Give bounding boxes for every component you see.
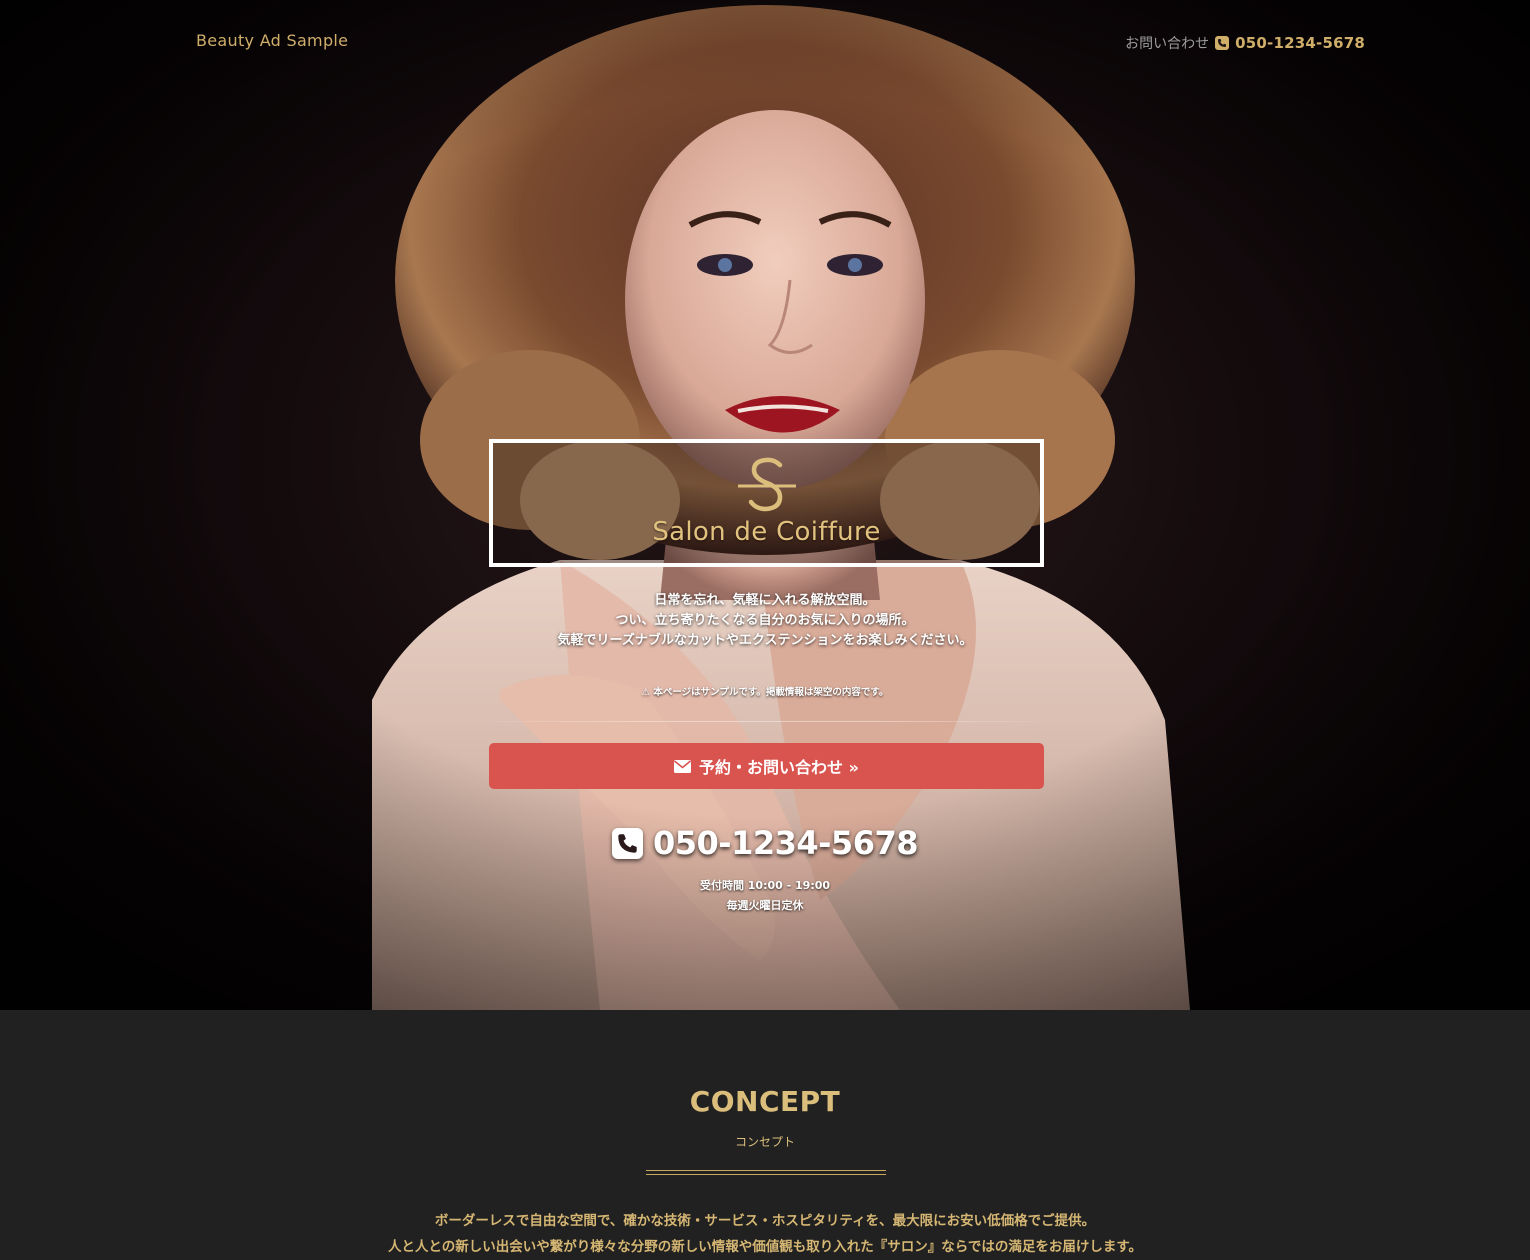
site-brand-link[interactable]: Beauty Ad Sample	[196, 31, 348, 50]
hero-lead-line: 日常を忘れ、気軽に入れる解放空間。	[654, 593, 876, 608]
concept-title: CONCEPT	[689, 1085, 841, 1118]
business-hours: 受付時間 10:00 - 19:00 毎週火曜日定休	[0, 876, 1530, 916]
hero-phone-number: 050-1234-5678	[653, 824, 918, 862]
concept-subtitle: コンセプト	[734, 1135, 795, 1149]
hero-divider	[489, 721, 1044, 722]
phone-icon	[612, 827, 643, 859]
hero-phone-link[interactable]: 050-1234-5678	[0, 824, 1530, 862]
closed-days: 毎週火曜日定休	[726, 899, 804, 912]
salon-logo-text: Salon de Coiffure	[652, 517, 881, 547]
concept-body-line: 人と人との新しい出会いや繋がり様々な分野の新しい情報や価値観も取り入れた『サロン…	[387, 1239, 1143, 1255]
concept-body-line: ボーダーレスで自由な空間で、確かな技術・サービス・ホスピタリティを、最大限にお安…	[434, 1213, 1096, 1229]
reserve-contact-button[interactable]: 予約・お問い合わせ »	[489, 743, 1044, 789]
header-phone-link[interactable]: 050-1234-5678	[1235, 34, 1365, 52]
salon-logo-box: Salon de Coiffure	[489, 439, 1044, 567]
salon-monogram-icon	[737, 457, 796, 512]
concept-divider	[646, 1170, 886, 1175]
envelope-icon	[674, 759, 692, 773]
header-contact-label: お問い合わせ	[1125, 36, 1210, 52]
header-contact: お問い合わせ 050-1234-5678	[1125, 33, 1365, 53]
sample-notice-text: 本ページはサンプルです。掲載情報は架空の内容です。	[653, 687, 889, 698]
hero-lead-text: 日常を忘れ、気軽に入れる解放空間。 つい、立ち寄りたくなる自分のお気に入りの場所…	[0, 591, 1530, 651]
phone-icon	[1215, 36, 1230, 50]
reserve-contact-label: 予約・お問い合わせ »	[699, 758, 859, 777]
sample-notice: ⚠ 本ページはサンプルです。掲載情報は架空の内容です。	[0, 684, 1530, 698]
hero-lead-line: つい、立ち寄りたくなる自分のお気に入りの場所。	[615, 613, 915, 628]
warning-icon: ⚠	[641, 687, 651, 698]
reception-hours: 受付時間 10:00 - 19:00	[699, 879, 831, 892]
hero-section: Beauty Ad Sample お問い合わせ 050-1234-5678 Sa…	[0, 0, 1530, 1010]
concept-body: ボーダーレスで自由な空間で、確かな技術・サービス・ホスピタリティを、最大限にお安…	[0, 1208, 1530, 1260]
hero-lead-line: 気軽でリーズナブルなカットやエクステンションをお楽しみください。	[557, 633, 973, 648]
